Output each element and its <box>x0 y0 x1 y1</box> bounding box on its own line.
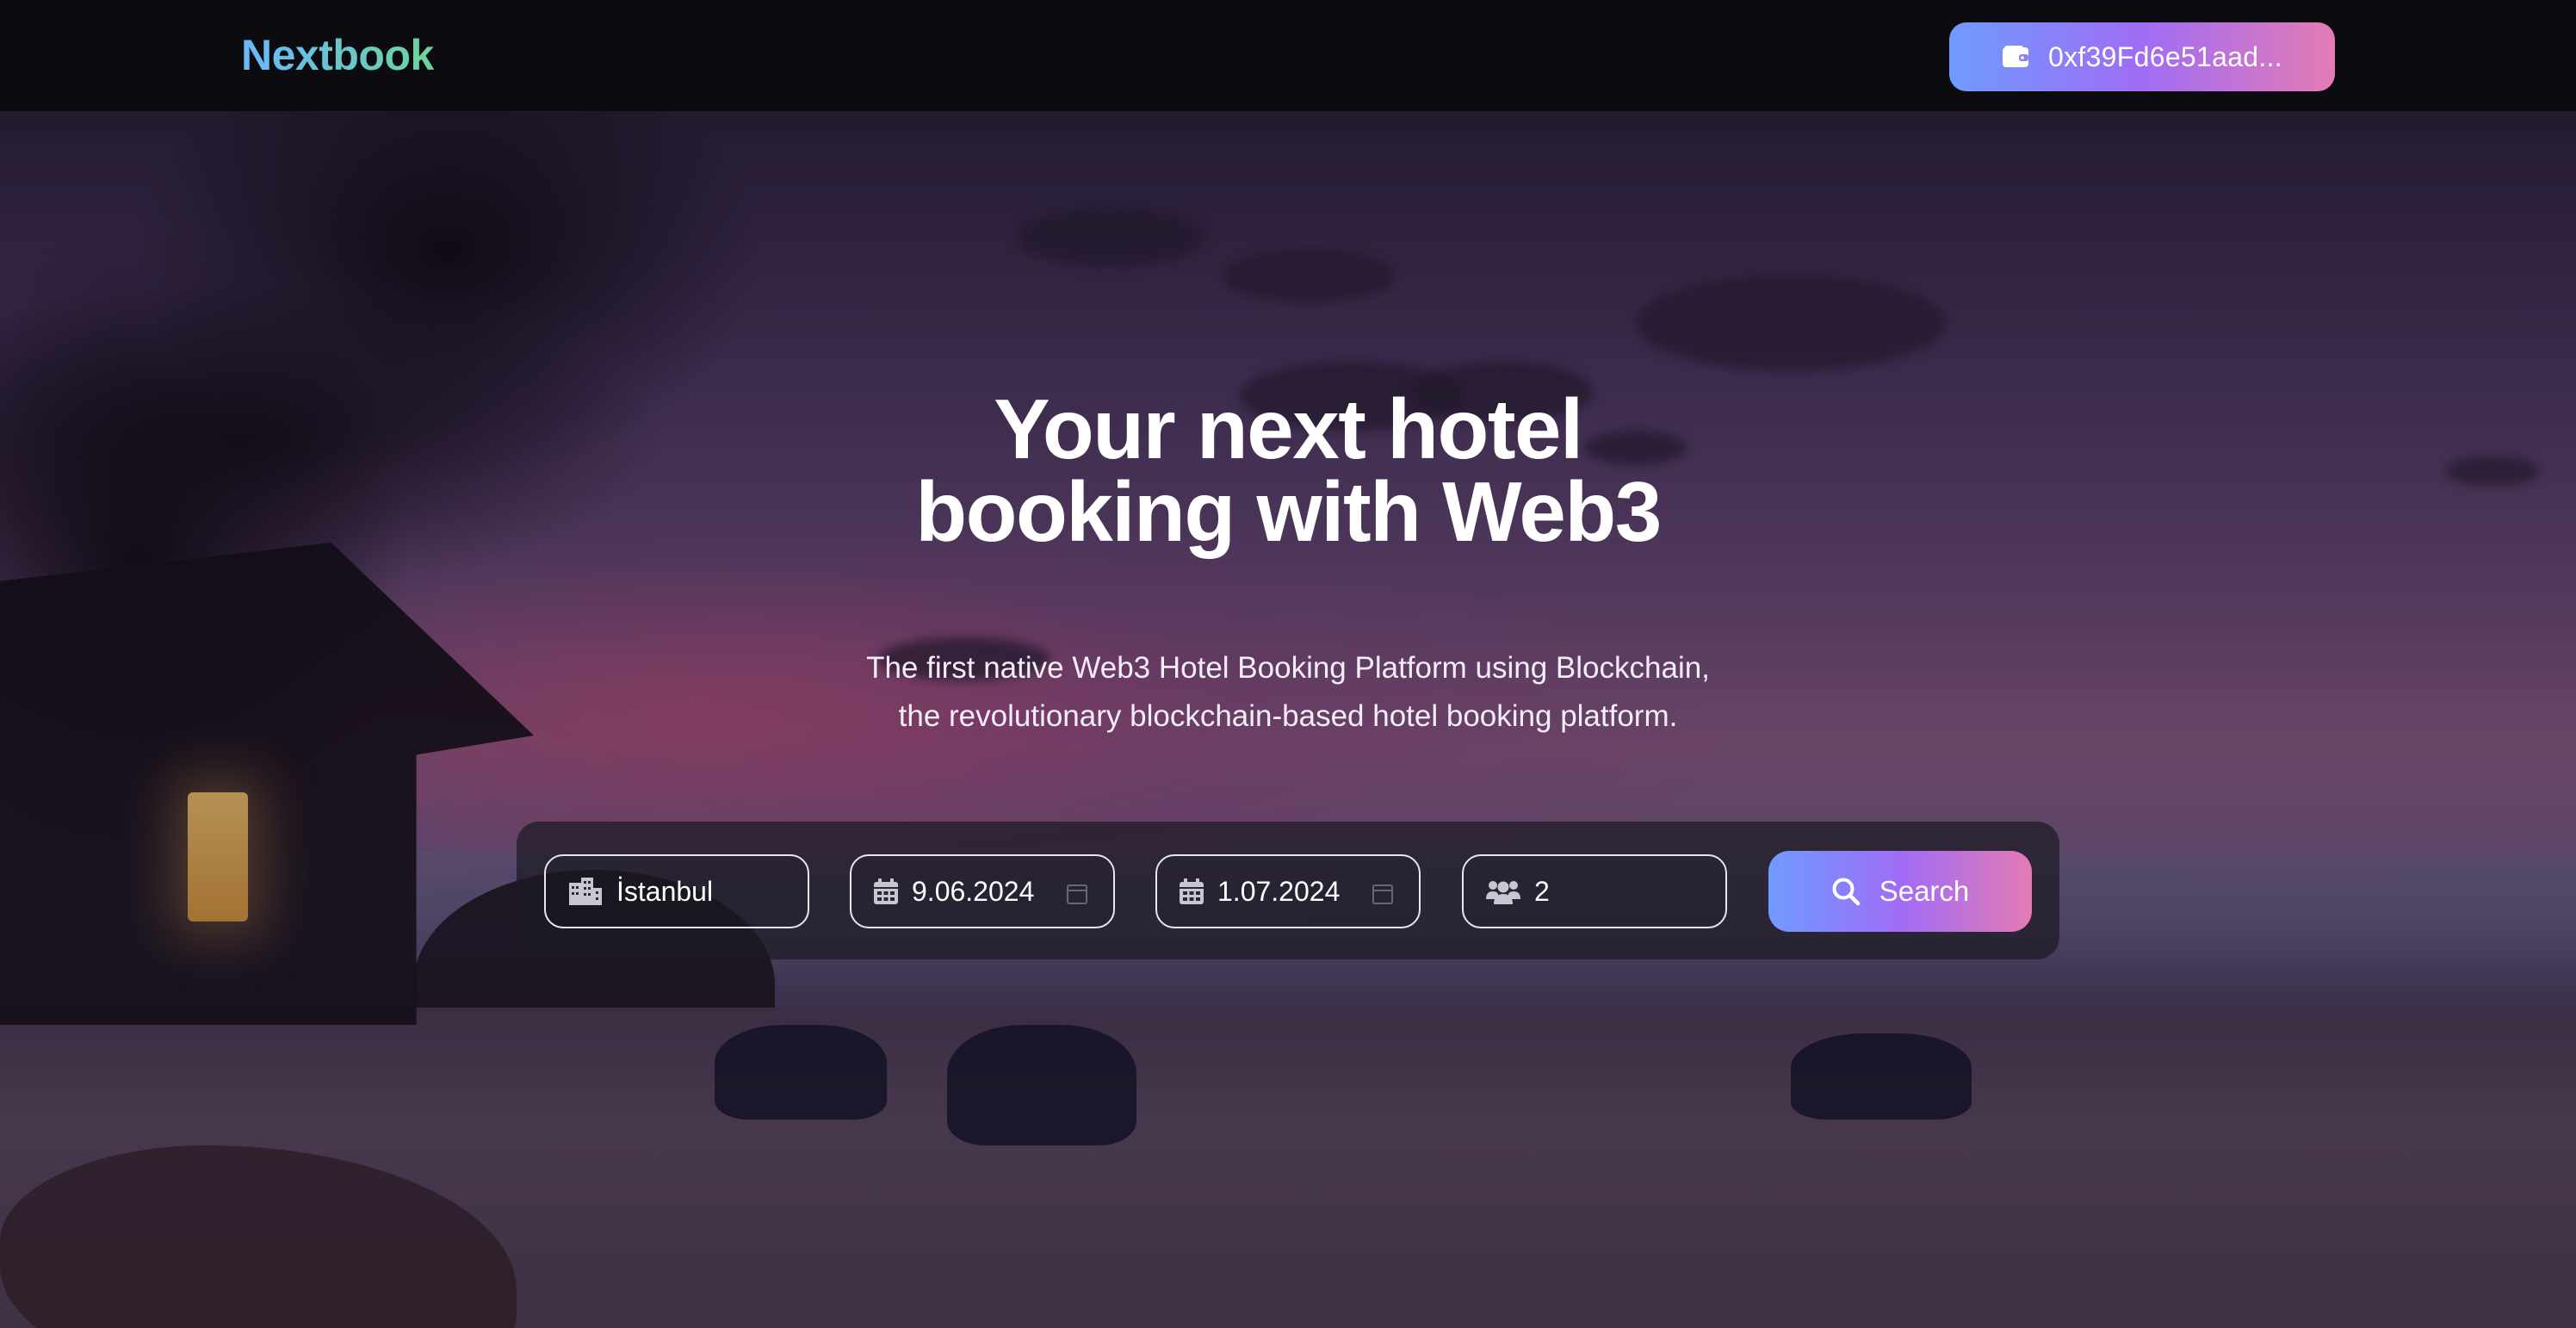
hero-headline-line: booking with Web3 <box>915 464 1662 559</box>
date-picker-icon[interactable] <box>1067 882 1087 909</box>
search-button-label: Search <box>1879 875 1970 907</box>
hero-subtitle-line: the revolutionary blockchain-based hotel… <box>898 699 1678 733</box>
wallet-connect-button[interactable]: 0xf39Fd6e51aad... <box>1949 22 2335 91</box>
users-icon <box>1486 878 1520 904</box>
wallet-address: 0xf39Fd6e51aad... <box>2048 40 2282 72</box>
wallet-icon <box>2002 45 2029 69</box>
check-in-value: 9.06.2024 <box>912 875 1035 907</box>
hero-subtitle-line: The first native Web3 Hotel Booking Plat… <box>866 651 1710 685</box>
guests-input[interactable]: 2 <box>1462 854 1727 928</box>
city-icon <box>568 878 603 905</box>
location-value: İstanbul <box>616 875 714 907</box>
calendar-icon <box>1180 878 1204 904</box>
search-button[interactable]: Search <box>1768 851 2032 932</box>
guests-value: 2 <box>1534 875 1550 907</box>
hero-headline-line: Your next hotel <box>994 382 1583 476</box>
date-picker-icon[interactable] <box>1372 882 1393 909</box>
navbar: Nextbook 0xf39Fd6e51aad... <box>0 0 2576 112</box>
location-input[interactable]: İstanbul <box>544 854 809 928</box>
check-out-date-input[interactable]: 1.07.2024 <box>1155 854 1421 928</box>
search-icon <box>1831 877 1861 906</box>
hero-headline: Your next hotel booking with Web3 <box>0 382 2576 559</box>
hero-subtitle: The first native Web3 Hotel Booking Plat… <box>0 644 2576 741</box>
check-in-date-input[interactable]: 9.06.2024 <box>850 854 1115 928</box>
check-out-value: 1.07.2024 <box>1217 875 1341 907</box>
brand-logo[interactable]: Nextbook <box>241 29 434 81</box>
calendar-icon <box>874 878 898 904</box>
